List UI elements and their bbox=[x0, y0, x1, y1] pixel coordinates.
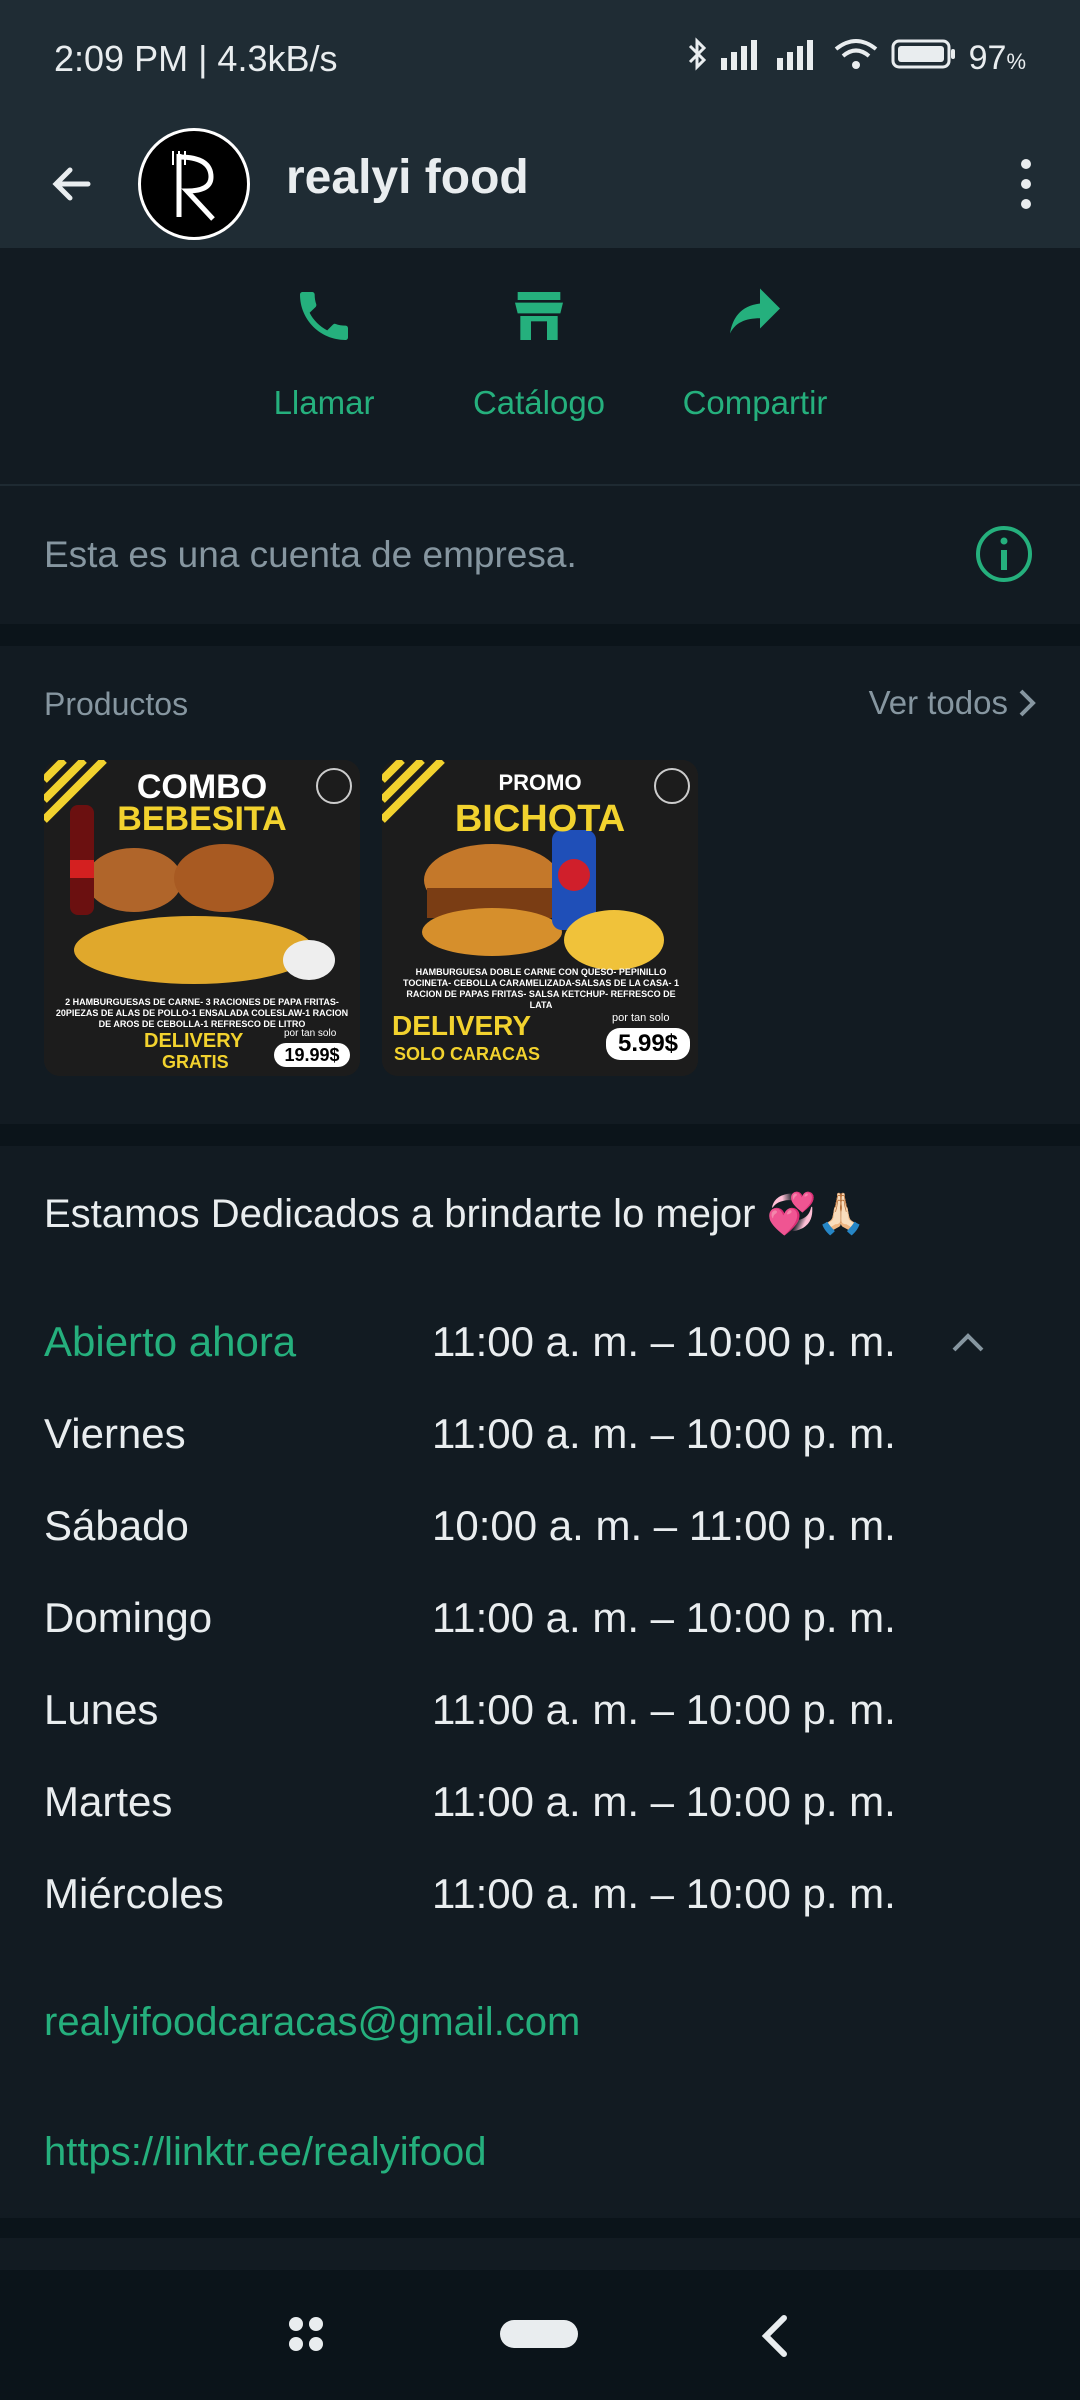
hours-day: Sábado bbox=[44, 1502, 189, 1549]
info-icon[interactable] bbox=[974, 524, 1034, 584]
product-delivery: DELIVERY bbox=[392, 1010, 531, 1041]
product-delivery-sub: GRATIS bbox=[162, 1052, 229, 1072]
action-bar: Llamar Catálogo Compartir bbox=[0, 248, 1080, 484]
arrow-left-icon bbox=[52, 167, 91, 201]
chevron-right-icon bbox=[1019, 689, 1036, 717]
product-line2: BEBESITA bbox=[117, 800, 287, 838]
battery-icon bbox=[891, 38, 957, 79]
status-time: 2:09 PM | 4.3kB/s bbox=[54, 38, 338, 79]
grid-icon bbox=[289, 2317, 323, 2351]
hours-day: Lunes bbox=[44, 1686, 159, 1733]
product-delivery-sub: SOLO CARACAS bbox=[394, 1044, 541, 1064]
product-card-promo-bichota[interactable]: PROMO BICHOTA HAMBURGUESA DOBLE CARNE CO… bbox=[382, 760, 698, 1076]
section-gap bbox=[0, 2218, 1080, 2238]
hours-time: 11:00 a. m. – 10:00 p. m. bbox=[432, 1594, 896, 1641]
more-vert-icon bbox=[1021, 159, 1031, 209]
product-price-label: por tan solo bbox=[284, 1028, 337, 1039]
hours-day: Martes bbox=[44, 1778, 173, 1825]
phone-icon bbox=[224, 276, 424, 356]
status-bar: 2:09 PM | 4.3kB/s 97% bbox=[0, 0, 1080, 120]
share-button[interactable]: Compartir bbox=[655, 276, 855, 422]
hours-time: 11:00 a. m. – 10:00 p. m. bbox=[432, 1686, 896, 1733]
hours-time: 11:00 a. m. – 10:00 p. m. bbox=[432, 1778, 896, 1825]
product-delivery: DELIVERY bbox=[144, 1030, 244, 1052]
call-label: Llamar bbox=[273, 384, 375, 421]
product-price: 5.99$ bbox=[606, 1028, 690, 1060]
hours-day: Viernes bbox=[44, 1410, 186, 1457]
website-link[interactable]: https://linktr.ee/realyifood bbox=[44, 2130, 486, 2175]
status-icons: 97% bbox=[687, 36, 1026, 81]
share-label: Compartir bbox=[682, 384, 828, 421]
see-all-label: Ver todos bbox=[868, 684, 1008, 721]
app-bar: realyi food bbox=[0, 120, 1080, 248]
signal-icon bbox=[720, 38, 765, 79]
hours-day: Miércoles bbox=[44, 1870, 224, 1917]
system-nav-bar bbox=[0, 2270, 1080, 2400]
share-icon bbox=[655, 276, 855, 356]
products-title: Productos bbox=[44, 686, 189, 722]
hours-time: 11:00 a. m. – 10:00 p. m. bbox=[432, 1318, 896, 1365]
section-gap bbox=[0, 624, 1080, 646]
product-line1: PROMO bbox=[498, 770, 582, 795]
hours-time: 11:00 a. m. – 10:00 p. m. bbox=[432, 1870, 896, 1917]
open-now-label: Abierto ahora bbox=[44, 1318, 297, 1365]
hours-time: 11:00 a. m. – 10:00 p. m. bbox=[432, 1410, 896, 1457]
product-price: 19.99$ bbox=[274, 1043, 350, 1067]
recent-apps-button[interactable] bbox=[286, 2314, 326, 2359]
avatar[interactable] bbox=[138, 128, 250, 240]
hours-day: Domingo bbox=[44, 1594, 213, 1641]
bluetooth-icon bbox=[687, 36, 709, 81]
catalog-label: Catálogo bbox=[472, 384, 606, 421]
wifi-icon bbox=[833, 37, 879, 80]
call-button[interactable]: Llamar bbox=[224, 276, 424, 422]
brand-logo-icon bbox=[172, 151, 215, 221]
chevron-up-icon[interactable] bbox=[948, 1322, 988, 1372]
hours-time: 10:00 a. m. – 11:00 p. m. bbox=[432, 1502, 896, 1549]
back-button[interactable] bbox=[36, 148, 108, 220]
email-link[interactable]: realyifoodcaracas@gmail.com bbox=[44, 2000, 580, 2045]
product-price-label: por tan solo bbox=[612, 1012, 670, 1024]
catalog-button[interactable]: Catálogo bbox=[439, 276, 639, 422]
page-title[interactable]: realyi food bbox=[286, 150, 529, 205]
product-description: HAMBURGUESA DOBLE CARNE CON QUESO- PEPIN… bbox=[403, 967, 679, 1010]
about-section: Estamos Dedicados a brindarte lo mejor 💞… bbox=[0, 1146, 1080, 2218]
home-button[interactable] bbox=[500, 2320, 578, 2348]
section-gap bbox=[0, 1124, 1080, 1146]
products-section: Productos Ver todos COMBO BEBESITA 2 HAM… bbox=[0, 646, 1080, 1124]
nav-back-button[interactable] bbox=[756, 2314, 792, 2363]
chevron-left-icon bbox=[761, 2315, 787, 2357]
business-notice-text: Esta es una cuenta de empresa. bbox=[44, 534, 577, 575]
battery-level: 97% bbox=[968, 39, 1026, 77]
product-description: 2 HAMBURGUESAS DE CARNE- 3 RACIONES DE P… bbox=[55, 997, 349, 1029]
see-all-link[interactable]: Ver todos bbox=[869, 684, 1036, 722]
product-card-combo-bebesita[interactable]: COMBO BEBESITA 2 HAMBURGUESAS DE CARNE- … bbox=[44, 760, 360, 1076]
about-text: Estamos Dedicados a brindarte lo mejor 💞… bbox=[44, 1192, 867, 1236]
product-line2: BICHOTA bbox=[454, 798, 626, 840]
signal-icon-2 bbox=[776, 38, 821, 79]
business-account-notice[interactable]: Esta es una cuenta de empresa. bbox=[0, 486, 1080, 624]
store-icon bbox=[439, 276, 639, 356]
more-options-button[interactable] bbox=[990, 146, 1062, 222]
